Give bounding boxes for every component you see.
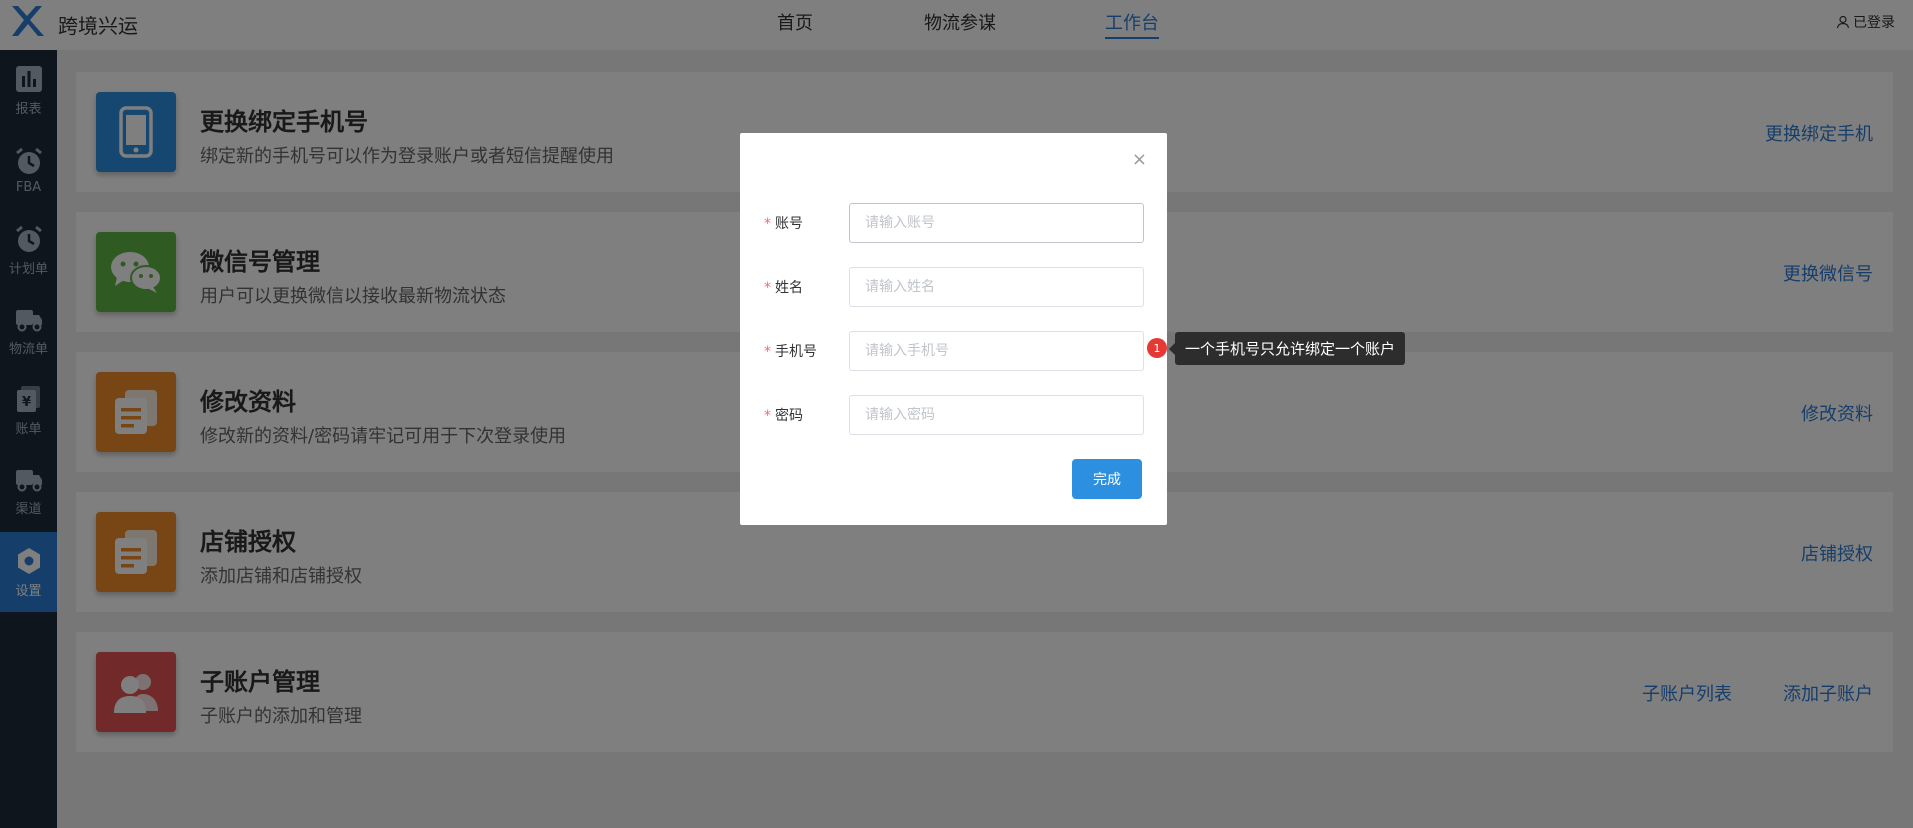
phone-label: * 手机号	[764, 344, 817, 360]
password-label: * 密码	[764, 408, 803, 424]
name-input[interactable]	[849, 267, 1144, 307]
phone-hint-tooltip: 一个手机号只允许绑定一个账户	[1168, 332, 1406, 365]
close-icon[interactable]: ×	[1132, 149, 1147, 170]
step-badge: 1	[1147, 338, 1167, 358]
name-label: * 姓名	[764, 280, 803, 296]
form-row-account: * 账号	[764, 203, 1144, 243]
form-row-password: * 密码	[764, 395, 1144, 435]
account-input[interactable]	[849, 203, 1144, 243]
form-row-phone: * 手机号	[764, 331, 1144, 371]
password-input[interactable]	[849, 395, 1144, 435]
account-label: * 账号	[764, 216, 803, 232]
edit-profile-dialog: × *账号 *姓名 *手机号 *密码 完成	[740, 133, 1167, 525]
form-row-name: * 姓名	[764, 267, 1144, 307]
phone-input[interactable]	[849, 331, 1144, 371]
submit-button[interactable]: 完成	[1072, 459, 1142, 499]
